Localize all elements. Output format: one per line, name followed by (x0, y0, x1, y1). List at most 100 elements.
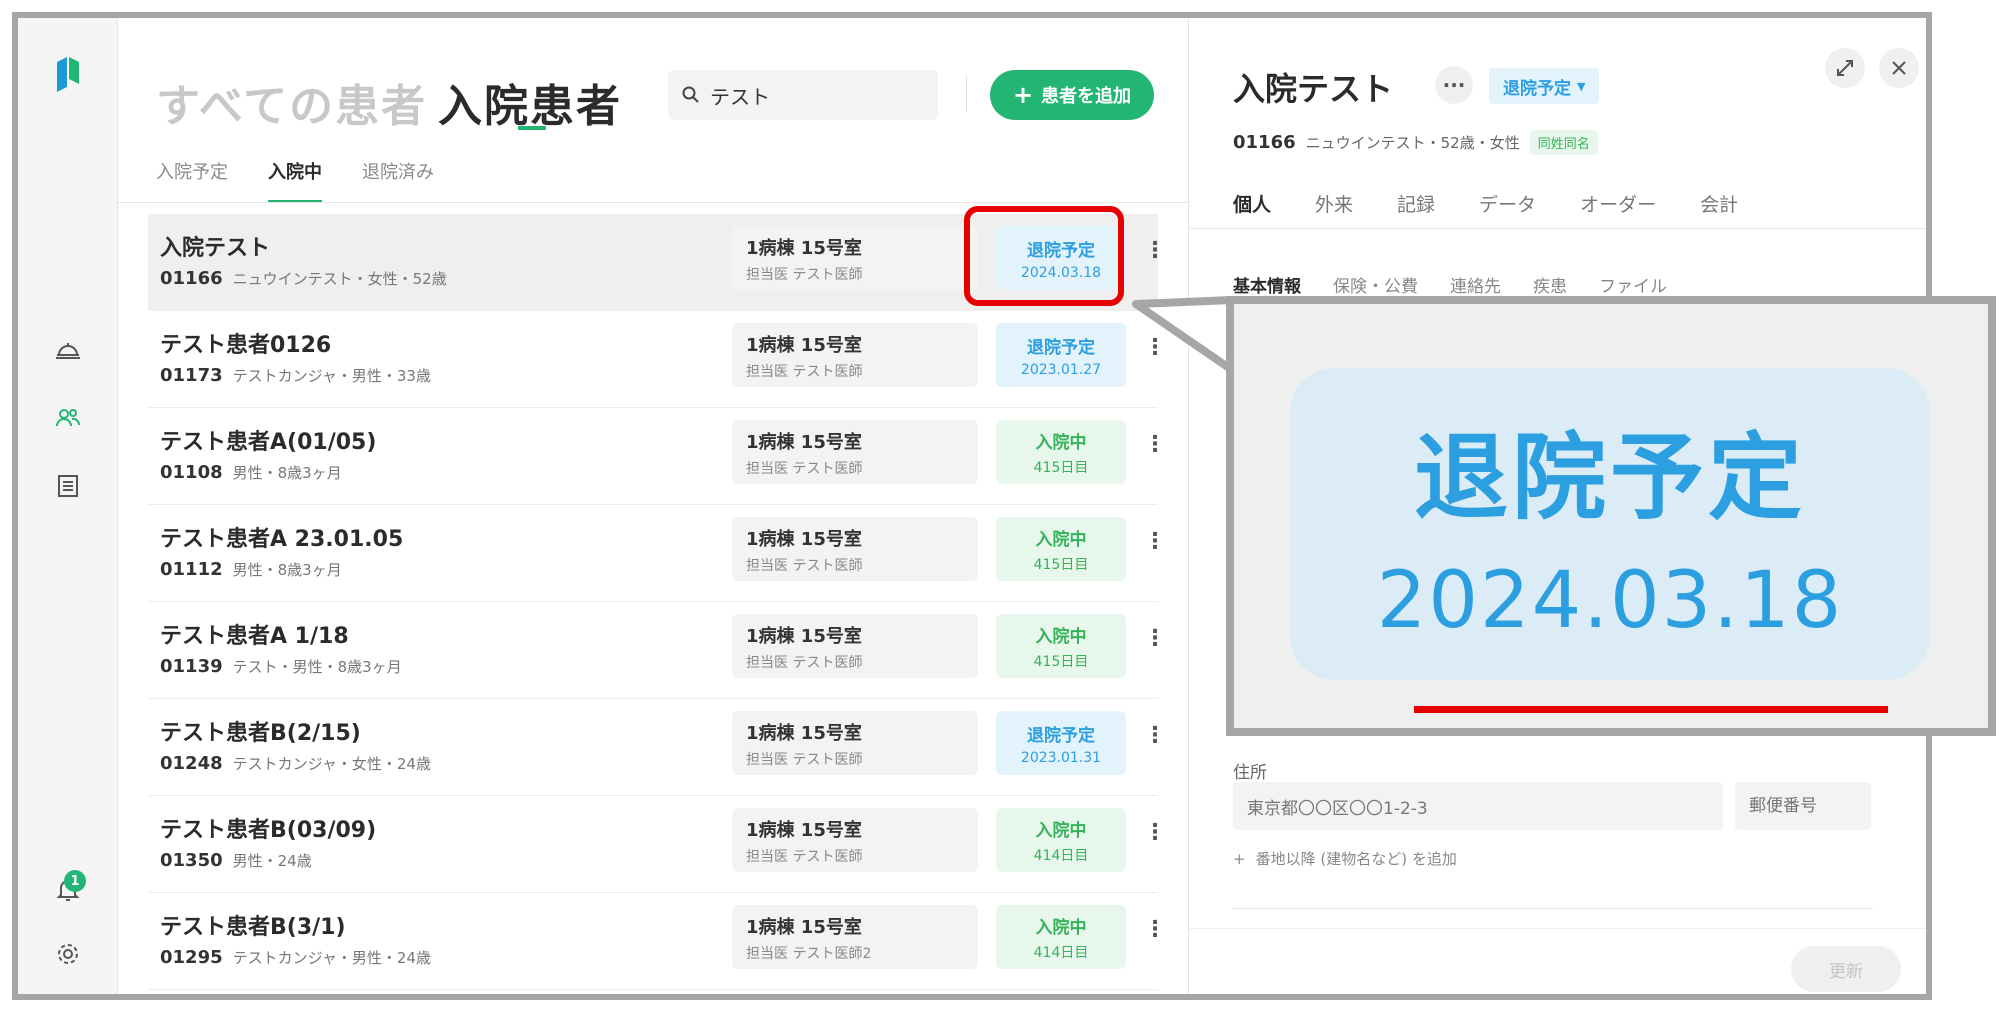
attending-doctor: 担当医 テスト医師 (746, 752, 863, 768)
patient-meta: 01108 男性・8歳3ヶ月 (160, 462, 342, 483)
status-label: 入院中 (1035, 529, 1087, 550)
detail-patient-meta: ニュウインテスト・52歳・女性 (1305, 134, 1520, 152)
patient-meta: 01166 ニュウインテスト・女性・52歳 (160, 268, 447, 289)
row-menu-icon[interactable]: ⋮ (1144, 822, 1166, 844)
all-patients-title[interactable]: すべての患者 (156, 70, 427, 134)
address-field[interactable] (1233, 782, 1723, 830)
patient-meta: 01295 テストカンジャ・男性・24歳 (160, 947, 431, 968)
add-address-line-link[interactable]: + 番地以降 (建物名など) を追加 (1233, 848, 1457, 869)
patient-row[interactable]: テスト患者0126 01173 テストカンジャ・男性・33歳 1病棟 15号室 担当医 … (148, 311, 1166, 408)
postal-code-field[interactable] (1735, 782, 1871, 830)
patient-name: テスト患者A(01/05) (160, 430, 377, 455)
status-label: 入院中 (1035, 917, 1087, 938)
settings-gear-icon[interactable] (48, 934, 88, 974)
app-logo-icon[interactable] (48, 54, 88, 94)
zoomed-discharge-date: 2024.03.18 (1376, 556, 1844, 646)
row-menu-icon[interactable]: ⋮ (1144, 725, 1166, 747)
plus-icon: + (1012, 81, 1034, 109)
row-menu-icon[interactable]: ⋮ (1144, 240, 1166, 262)
detail-patient-info: 01166 ニュウインテスト・52歳・女性 同姓同名 (1233, 130, 1598, 155)
search-box[interactable] (668, 70, 938, 120)
bed-icon[interactable] (48, 330, 88, 370)
row-menu-icon[interactable]: ⋮ (1144, 531, 1166, 553)
more-options-button[interactable]: ··· (1435, 66, 1473, 104)
tab-scheduled[interactable]: 入院予定 (156, 158, 228, 203)
status-badge[interactable]: 入院中 414日目 (996, 808, 1126, 872)
room-name: 1病棟 15号室 (746, 335, 862, 356)
expand-icon[interactable] (1825, 48, 1865, 88)
patient-id: 01350 (160, 850, 223, 871)
patient-details: テスト・男性・8歳3ヶ月 (232, 658, 402, 676)
status-badge[interactable]: 入院中 415日目 (996, 517, 1126, 581)
patients-icon[interactable] (48, 398, 88, 438)
patient-id: 01166 (160, 268, 223, 289)
room-name: 1病棟 15号室 (746, 917, 862, 938)
left-rail: 1 (18, 18, 118, 994)
date-red-underline (1414, 706, 1888, 713)
patient-meta: 01173 テストカンジャ・男性・33歳 (160, 365, 431, 386)
row-menu-icon[interactable]: ⋮ (1144, 434, 1166, 456)
row-menu-icon[interactable]: ⋮ (1144, 337, 1166, 359)
room-info: 1病棟 15号室 担当医 テスト医師 (732, 226, 978, 290)
detail-status-label: 退院予定 (1503, 78, 1571, 99)
status-badge[interactable]: 入院中 415日目 (996, 420, 1126, 484)
add-patient-button[interactable]: + 患者を追加 (990, 70, 1154, 120)
patient-row[interactable]: テスト患者A(01/05) 01108 男性・8歳3ヶ月 1病棟 15号室 担当医 テス… (148, 408, 1166, 505)
patient-id: 01248 (160, 753, 223, 774)
room-info: 1病棟 15号室 担当医 テスト医師 (732, 614, 978, 678)
inpatients-title[interactable]: 入院患者 (438, 70, 622, 134)
patient-name: テスト患者B(03/09) (160, 818, 377, 843)
status-detail: 2023.01.27 (1020, 361, 1102, 378)
status-detail: 415日目 (1033, 653, 1089, 670)
patient-row[interactable]: テスト患者B(3/1) 01295 テストカンジャ・男性・24歳 1病棟 15号室 担当… (148, 893, 1166, 990)
detail-status-dropdown[interactable]: 退院予定 ▼ (1489, 68, 1600, 104)
patient-id: 01108 (160, 462, 223, 483)
status-detail: 414日目 (1033, 847, 1089, 864)
status-badge[interactable]: 退院予定 2023.01.27 (996, 323, 1126, 387)
address-label: 住所 (1233, 763, 1267, 783)
room-name: 1病棟 15号室 (746, 529, 862, 550)
header-divider (966, 76, 967, 112)
patient-id: 01112 (160, 559, 223, 580)
status-detail: 2023.01.31 (1020, 749, 1102, 766)
status-detail: 415日目 (1033, 459, 1089, 476)
footer-divider (1189, 928, 1926, 929)
search-input[interactable] (710, 83, 910, 107)
patient-details: 男性・8歳3ヶ月 (232, 464, 342, 482)
status-detail: 414日目 (1033, 944, 1089, 961)
tabs-divider (118, 202, 1188, 203)
status-label: 入院中 (1035, 626, 1087, 647)
row-menu-icon[interactable]: ⋮ (1144, 628, 1166, 650)
patient-name: 入院テスト (160, 236, 271, 261)
section-divider (1233, 908, 1873, 909)
records-icon[interactable] (48, 466, 88, 506)
status-badge[interactable]: 入院中 414日目 (996, 905, 1126, 969)
tab-admitted[interactable]: 入院中 (268, 158, 322, 203)
status-badge[interactable]: 入院中 415日目 (996, 614, 1126, 678)
patient-row[interactable]: テスト患者A 23.01.05 01112 男性・8歳3ヶ月 1病棟 15号室 担当医 … (148, 505, 1166, 602)
room-info: 1病棟 15号室担当医 テスト医師 (732, 323, 978, 387)
status-badge[interactable]: 退院予定 2023.01.31 (996, 711, 1126, 775)
tab-discharged[interactable]: 退院済み (362, 158, 434, 203)
zoomed-status-badge: 退院予定 2024.03.18 (1290, 368, 1930, 713)
attending-doctor: 担当医 テスト医師 (746, 267, 863, 283)
patient-id: 01139 (160, 656, 223, 677)
status-label: 退院予定 (1027, 337, 1095, 358)
attending-doctor: 担当医 テスト医師 (746, 461, 863, 477)
attending-doctor: 担当医 テスト医師2 (746, 946, 872, 962)
patient-meta: 01112 男性・8歳3ヶ月 (160, 559, 342, 580)
add-patient-label: 患者を追加 (1041, 86, 1132, 107)
detail-patient-id: 01166 (1233, 132, 1296, 153)
close-icon[interactable] (1879, 48, 1919, 88)
attending-doctor: 担当医 テスト医師 (746, 364, 863, 380)
patient-row[interactable]: テスト患者B(03/09) 01350 男性・24歳 1病棟 15号室 担当医 テスト医… (148, 796, 1166, 893)
add-address-line-label: 番地以降 (建物名など) を追加 (1255, 850, 1457, 868)
update-button[interactable]: 更新 (1791, 946, 1901, 992)
title-active-indicator (518, 126, 546, 130)
row-menu-icon[interactable]: ⋮ (1144, 919, 1166, 941)
notification-bell-icon[interactable]: 1 (48, 870, 88, 910)
attending-doctor: 担当医 テスト医師 (746, 558, 863, 574)
patient-row[interactable]: テスト患者A 1/18 01139 テスト・男性・8歳3ヶ月 1病棟 15号室 担当医 … (148, 602, 1166, 699)
patient-row[interactable]: テスト患者B(2/15) 01248 テストカンジャ・女性・24歳 1病棟 15号室担… (148, 699, 1166, 796)
admission-status-tabs: 入院予定 入院中 退院済み (156, 158, 434, 203)
